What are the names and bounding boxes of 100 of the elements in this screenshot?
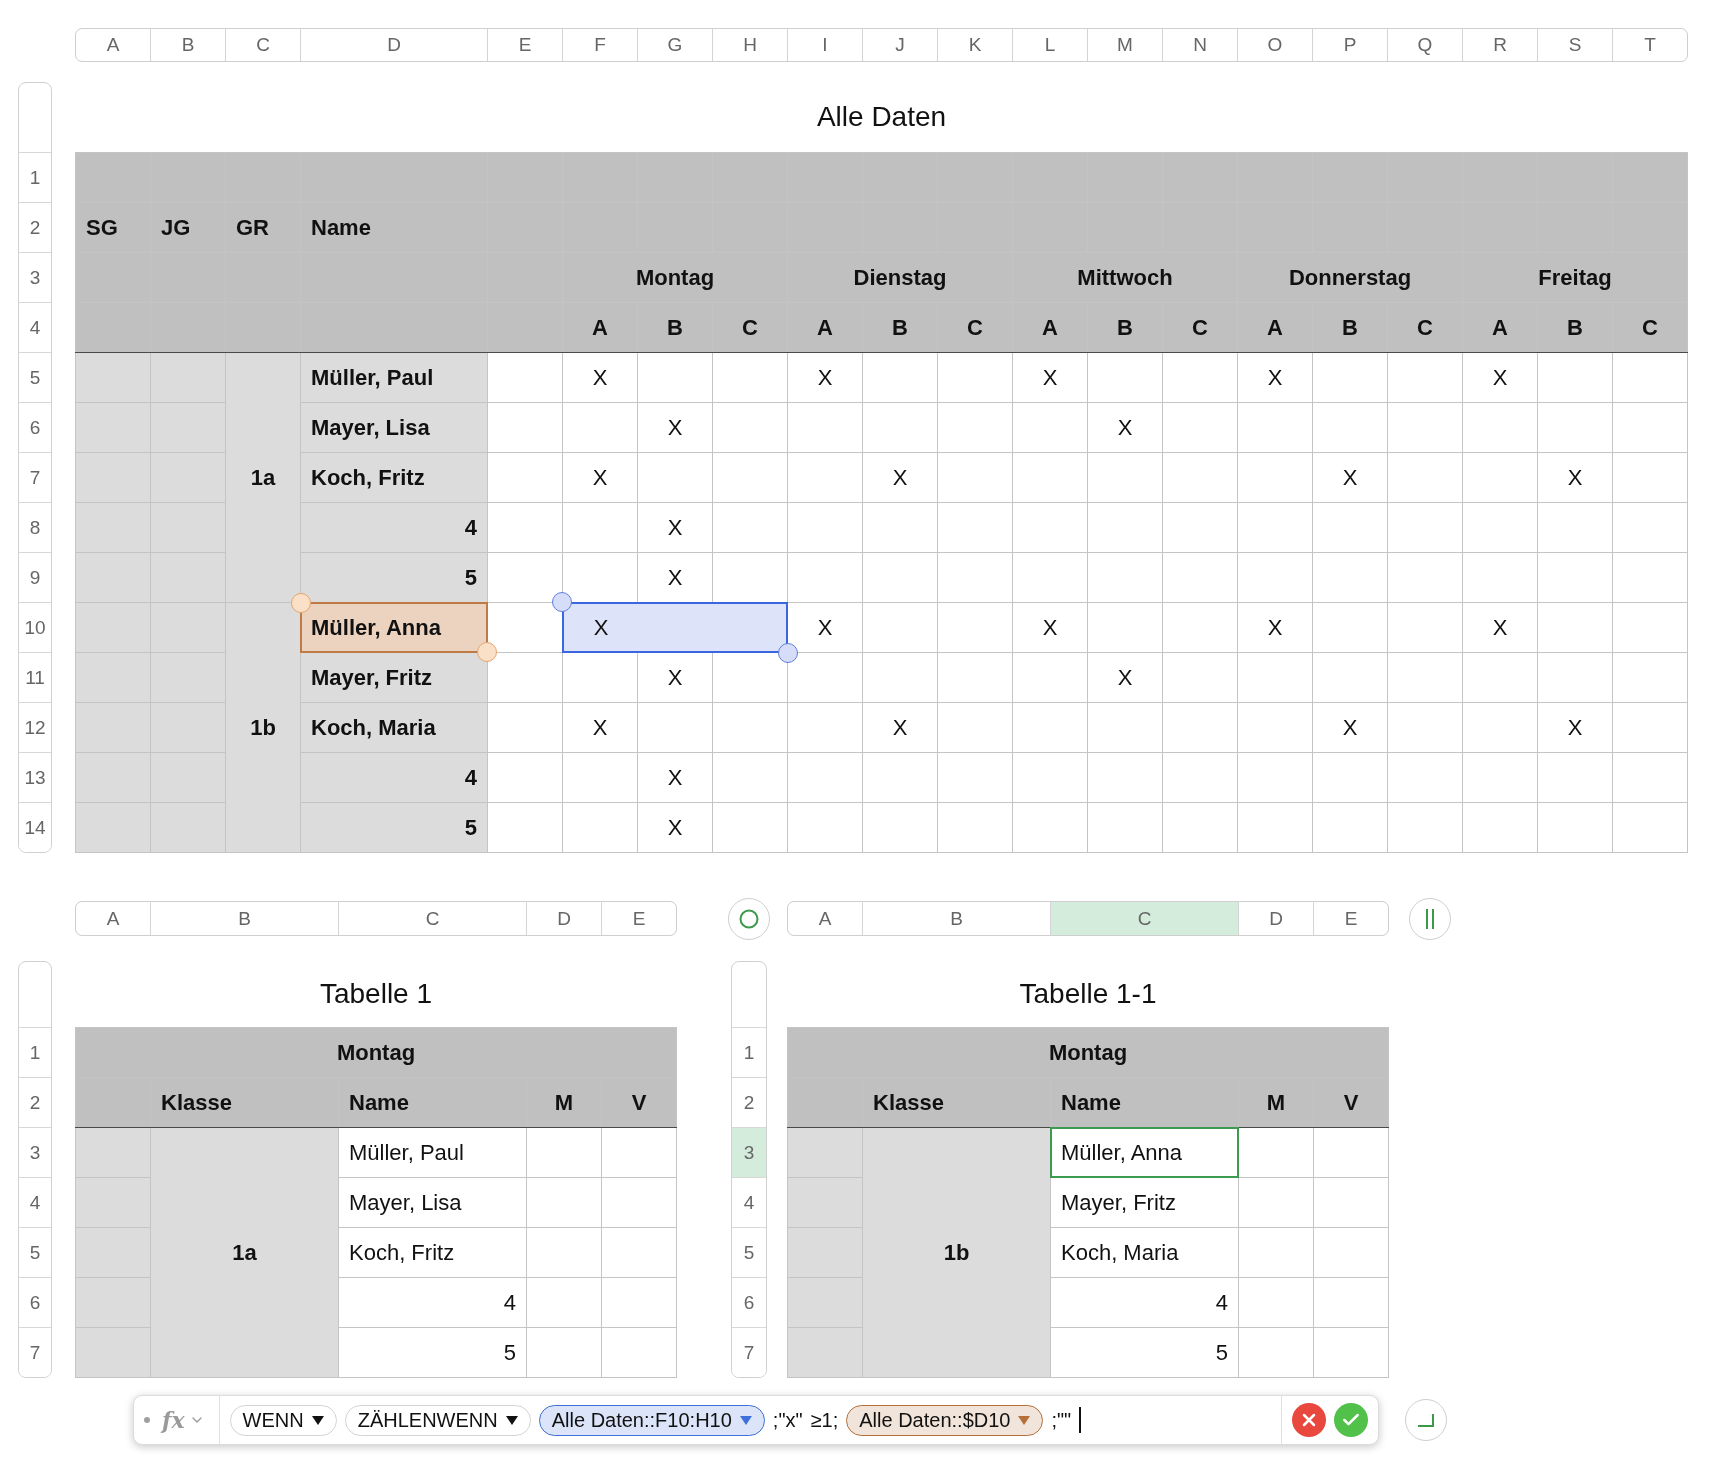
column-header[interactable]: C <box>1051 902 1238 935</box>
header-cell: A <box>1013 303 1087 352</box>
column-header[interactable]: C <box>226 29 300 61</box>
column-header[interactable]: N <box>1163 29 1237 61</box>
table-cell: X <box>1538 453 1612 502</box>
column-header[interactable]: C <box>339 902 526 935</box>
name-cell: 4 <box>1051 1278 1238 1327</box>
column-header[interactable]: B <box>151 29 225 61</box>
column-header[interactable]: G <box>638 29 712 61</box>
table-cell: X <box>638 803 712 852</box>
header-cell: Donnerstag <box>1238 253 1462 302</box>
column-header[interactable]: B <box>151 902 338 935</box>
row-header[interactable]: 3 <box>732 1127 766 1177</box>
column-header[interactable]: P <box>1313 29 1387 61</box>
table-cell: X <box>863 453 937 502</box>
column-handle-button[interactable] <box>1409 897 1451 940</box>
name-cell: 5 <box>301 803 487 852</box>
name-cell: 5 <box>339 1328 526 1377</box>
header-cell: C <box>1388 303 1462 352</box>
header-cell: SG <box>76 203 150 252</box>
column-header[interactable]: R <box>1463 29 1537 61</box>
row-header[interactable]: 14 <box>19 802 51 852</box>
table-cell: X <box>1088 403 1162 452</box>
table-cell: X <box>638 753 712 802</box>
dropdown-arrow-icon <box>505 1415 518 1425</box>
header-cell: V <box>1314 1078 1388 1127</box>
header-cell: Name <box>339 1078 526 1127</box>
column-header[interactable]: D <box>1239 902 1313 935</box>
column-header[interactable]: L <box>1013 29 1087 61</box>
table-cell: X <box>638 503 712 552</box>
corner-button[interactable] <box>1405 1399 1447 1441</box>
table-cell: X <box>563 703 637 752</box>
header-cell: A <box>1463 303 1537 352</box>
name-cell: Mayer, Lisa <box>339 1178 526 1227</box>
name-cell: Müller, Anna <box>1050 1127 1239 1178</box>
column-header[interactable]: T <box>1613 29 1687 61</box>
table-cell: X <box>1013 603 1087 652</box>
header-cell: V <box>602 1078 676 1127</box>
name-cell: Müller, Paul <box>339 1128 526 1177</box>
name-cell: 4 <box>301 503 487 552</box>
double-bar-icon <box>1425 907 1435 930</box>
header-cell: A <box>788 303 862 352</box>
row-header[interactable]: 7 <box>19 1327 51 1377</box>
header-cell: B <box>638 303 712 352</box>
column-header[interactable]: O <box>1238 29 1312 61</box>
cancel-button[interactable] <box>1292 1403 1326 1437</box>
table-cell: X <box>638 403 712 452</box>
header-cell: Klasse <box>863 1078 1050 1127</box>
header-cell: M <box>527 1078 601 1127</box>
dot-icon <box>144 1417 150 1423</box>
column-header[interactable]: J <box>863 29 937 61</box>
formula-text: ≥1; <box>810 1408 839 1432</box>
table-cell: X <box>638 653 712 702</box>
column-header[interactable]: D <box>527 902 601 935</box>
column-header[interactable]: M <box>1088 29 1162 61</box>
column-header[interactable]: S <box>1538 29 1612 61</box>
name-cell: Mayer, Lisa <box>301 403 487 452</box>
table-cell: X <box>1313 453 1387 502</box>
column-header[interactable]: Q <box>1388 29 1462 61</box>
table-cell: X <box>1463 353 1537 402</box>
column-header[interactable]: E <box>1314 902 1388 935</box>
reference-token[interactable]: Alle Daten::$D10 <box>846 1404 1044 1436</box>
header-cell: A <box>563 303 637 352</box>
function-token[interactable]: WENN <box>229 1404 337 1436</box>
header-cell: B <box>1538 303 1612 352</box>
column-header[interactable]: E <box>488 29 562 61</box>
name-cell: Koch, Fritz <box>301 453 487 502</box>
column-header[interactable]: H <box>713 29 787 61</box>
name-cell: Müller, Paul <box>301 353 487 402</box>
column-header[interactable]: A <box>76 902 150 935</box>
select-table-button[interactable] <box>728 897 770 940</box>
column-header[interactable]: D <box>301 29 487 61</box>
name-cell: 5 <box>301 553 487 602</box>
column-header[interactable]: B <box>863 902 1050 935</box>
column-header[interactable]: A <box>76 29 150 61</box>
header-cell: M <box>1239 1078 1313 1127</box>
name-cell: Koch, Fritz <box>339 1228 526 1277</box>
column-header[interactable]: K <box>938 29 1012 61</box>
table-cell: X <box>1313 703 1387 752</box>
row-header[interactable]: 7 <box>732 1327 766 1377</box>
function-token[interactable]: ZÄHLENWENN <box>344 1404 531 1436</box>
table-cell: X <box>788 353 862 402</box>
text-cursor <box>1079 1407 1082 1433</box>
reference-token[interactable]: Alle Daten::F10:H10 <box>538 1404 765 1436</box>
header-cell: Name <box>1051 1078 1238 1127</box>
column-header[interactable]: E <box>602 902 676 935</box>
accept-button[interactable] <box>1334 1403 1368 1437</box>
header-cell: C <box>1163 303 1237 352</box>
header-cell: C <box>938 303 1012 352</box>
column-header[interactable]: I <box>788 29 862 61</box>
header-cell: C <box>1613 303 1687 352</box>
selected-range[interactable]: X <box>562 602 788 653</box>
column-header[interactable]: A <box>788 902 862 935</box>
formula-text: ;"" <box>1051 1408 1072 1432</box>
name-cell: 4 <box>301 753 487 802</box>
name-cell: Mayer, Fritz <box>1051 1178 1238 1227</box>
name-cell: Koch, Maria <box>301 703 487 752</box>
header-cell: Klasse <box>151 1078 338 1127</box>
table-cell: X <box>1538 703 1612 752</box>
column-header[interactable]: F <box>563 29 637 61</box>
